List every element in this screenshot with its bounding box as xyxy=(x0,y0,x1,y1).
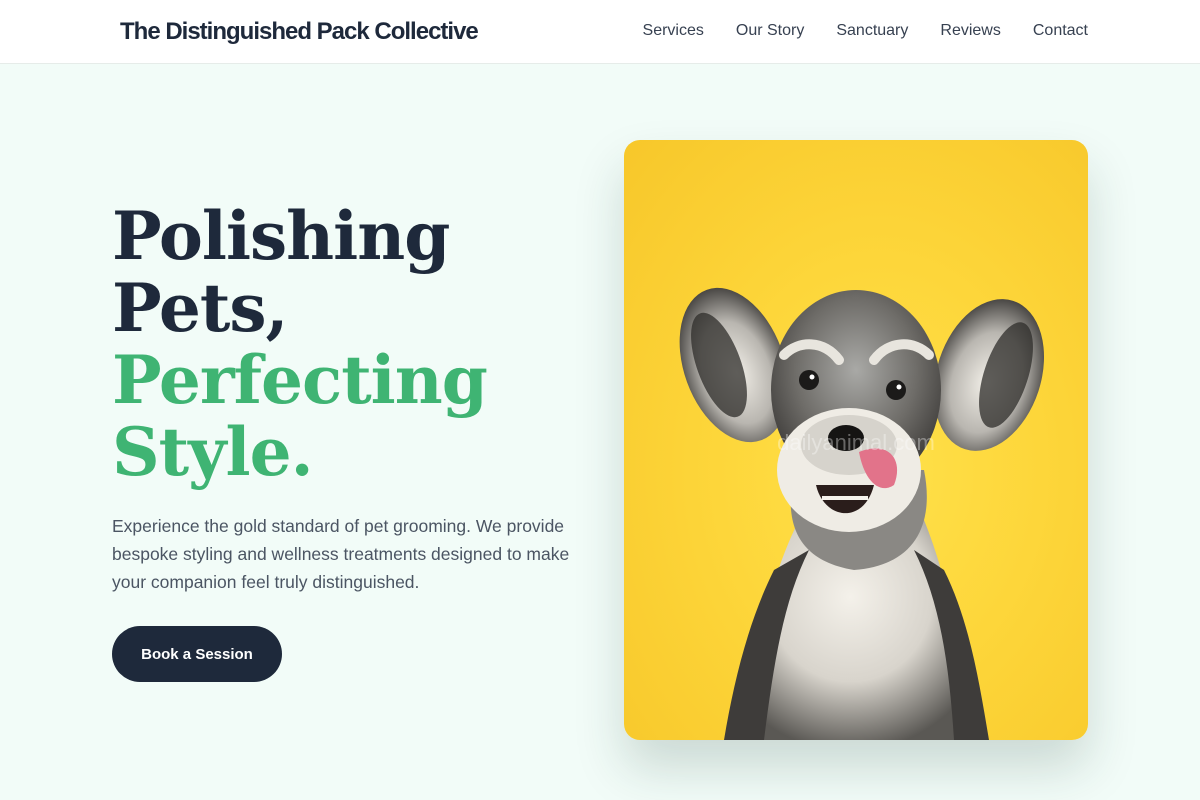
nav-contact[interactable]: Contact xyxy=(1033,20,1088,42)
main-nav: Services Our Story Sanctuary Reviews Con… xyxy=(643,20,1088,42)
hero-description: Experience the gold standard of pet groo… xyxy=(112,516,570,592)
nav-services[interactable]: Services xyxy=(643,20,704,42)
headline-line-2: Pets, xyxy=(112,269,288,347)
dog-illustration: dailyanimal.com xyxy=(679,287,1045,740)
hero-dog-photo: dailyanimal.com xyxy=(624,140,1088,740)
watermark-text: dailyanimal.com xyxy=(777,430,935,455)
nav-reviews[interactable]: Reviews xyxy=(940,20,1000,42)
headline-line-4: Style. xyxy=(112,413,314,491)
nav-our-story[interactable]: Our Story xyxy=(736,20,804,42)
site-header: The Distinguished Pack Collective Servic… xyxy=(0,0,1200,64)
headline-line-1: Polishing xyxy=(112,197,450,275)
hero-headline: Polishing Pets, Perfecting Style. xyxy=(112,200,572,488)
book-session-button[interactable]: Book a Session xyxy=(112,626,282,682)
nav-sanctuary[interactable]: Sanctuary xyxy=(836,20,908,42)
brand-logo[interactable]: The Distinguished Pack Collective xyxy=(120,17,479,47)
headline-line-3: Perfecting xyxy=(112,341,488,419)
